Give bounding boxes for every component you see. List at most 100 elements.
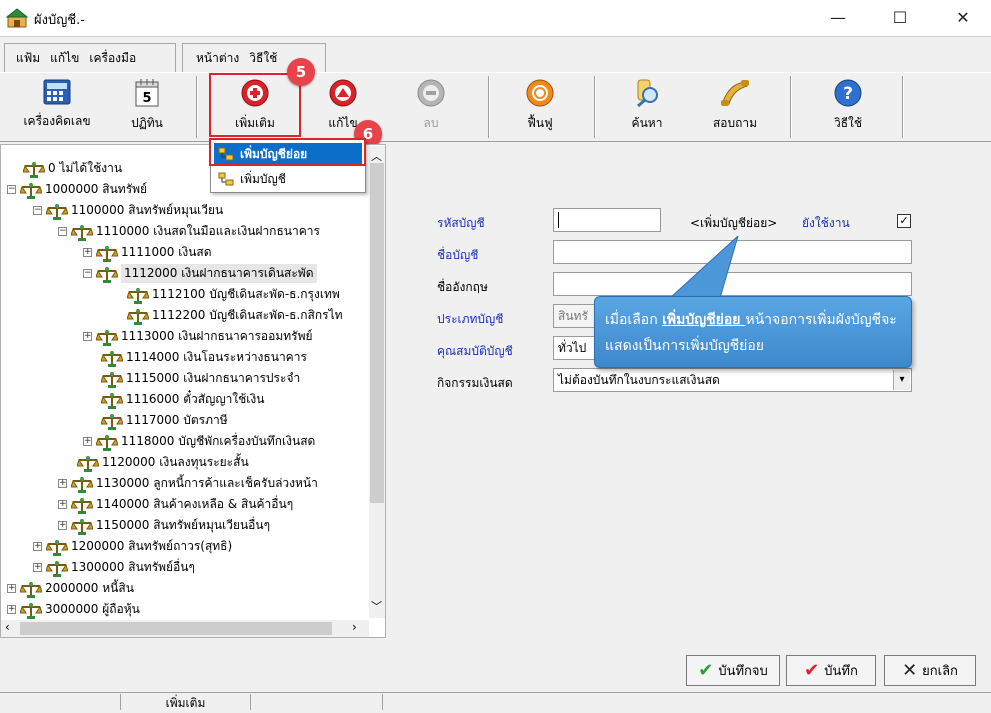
refresh-label: ฟื้นฟู <box>527 116 553 130</box>
save-button[interactable]: ✔ บันทึก <box>786 655 876 686</box>
scale-icon <box>20 182 42 199</box>
scale-icon <box>46 539 68 556</box>
tree-item[interactable]: − 1000000 สินทรัพย์ <box>7 179 147 200</box>
tree-item-label: 1130000 ลูกหนี้การค้าและเช็ครับล่วงหน้า <box>96 476 318 490</box>
minimize-button[interactable]: — <box>815 0 861 34</box>
menu-edit[interactable]: แก้ไข <box>45 49 84 68</box>
add-highlight-box <box>209 73 301 137</box>
checkmark-icon: ✔ <box>804 660 820 681</box>
scale-icon <box>127 308 149 325</box>
scale-icon <box>96 245 118 262</box>
account-tree[interactable]: 0 ไม่ได้ใช้งาน − 1000000 สินทรัพย์ − 1100000… <box>0 144 386 638</box>
tree-item[interactable]: 1116000 ตั๋วสัญญาใช้เงิน <box>101 389 264 410</box>
tree-item[interactable]: +2000000 หนี้สิน <box>7 578 134 599</box>
tree-item[interactable]: +1200000 สินทรัพย์ถาวร(สุทธิ) <box>33 536 232 557</box>
tree-item[interactable]: − 1112000 เงินฝากธนาคารเดินสะพัด <box>83 263 317 284</box>
account-code-input[interactable] <box>553 208 661 232</box>
scale-icon <box>101 392 123 409</box>
maximize-button[interactable]: ☐ <box>877 0 923 34</box>
calculator-button[interactable]: เครื่องคิดเลข <box>14 78 100 138</box>
scale-icon <box>20 602 42 619</box>
calendar-icon: 5 <box>135 79 159 107</box>
calendar-day: 5 <box>142 91 151 106</box>
cash-activity-select[interactable]: ไม่ต้องบันทึกในงบกระแสเงินสด <box>553 368 912 392</box>
tree-item[interactable]: 1114000 เงินโอนระหว่างธนาคาร <box>101 347 307 368</box>
account-name-label: ชื่อบัญชี <box>437 248 479 262</box>
menu-help[interactable]: วิธีใช้ <box>244 49 282 68</box>
scroll-down-icon[interactable]: ﹀ <box>371 598 382 614</box>
tree-vertical-scroll-thumb[interactable] <box>370 163 384 503</box>
scale-icon <box>23 161 45 178</box>
close-button[interactable]: ✕ <box>940 0 986 34</box>
search-button[interactable]: ค้นหา <box>614 78 680 138</box>
tree-item[interactable]: 1112100 บัญชีเดินสะพัด-ธ.กรุงเทพ <box>127 284 340 305</box>
menu-tools[interactable]: เครื่องมือ <box>84 49 141 68</box>
expand-icon[interactable]: + <box>7 584 16 593</box>
expand-icon[interactable]: + <box>83 437 92 446</box>
callout-highlight: เพิ่มบัญชีย่อย <box>662 312 746 328</box>
expand-icon[interactable]: + <box>58 500 67 509</box>
scroll-up-icon[interactable]: ︿ <box>371 148 382 164</box>
still-used-checkbox[interactable]: ✓ <box>897 214 911 228</box>
cancel-button[interactable]: ✕ ยกเลิก <box>884 655 976 686</box>
tree-item-label: 1140000 สินค้าคงเหลือ & สินค้าอื่นๆ <box>96 497 294 511</box>
expand-icon[interactable]: + <box>33 542 42 551</box>
delete-button[interactable]: ลบ <box>400 78 462 138</box>
menu-window[interactable]: หน้าต่าง <box>191 49 244 68</box>
tree-item[interactable]: 1115000 เงินฝากธนาคารประจำ <box>101 368 300 389</box>
tree-item[interactable]: 0 ไม่ได้ใช้งาน <box>23 158 122 179</box>
tree-item[interactable]: +1130000 ลูกหนี้การค้าและเช็ครับล่วงหน้า <box>58 473 318 494</box>
app-icon <box>6 8 28 28</box>
callout-prefix: เมื่อเลือก <box>605 312 663 328</box>
help-button[interactable]: ? วิธีใช้ <box>810 78 886 138</box>
menu-file[interactable]: แฟ้ม <box>11 49 45 68</box>
scroll-right-icon[interactable]: › <box>352 620 357 634</box>
scale-icon <box>96 329 118 346</box>
account-type-label: ประเภทบัญชี <box>437 312 504 326</box>
inquiry-button[interactable]: สอบถาม <box>700 78 770 138</box>
tree-item[interactable]: − 1100000 สินทรัพย์หมุนเวียน <box>33 200 223 221</box>
tree-item[interactable]: +1118000 บัญชีพักเครื่องบันทึกเงินสด <box>83 431 315 452</box>
calculator-label: เครื่องคิดเลข <box>23 114 91 128</box>
expand-icon[interactable]: + <box>83 332 92 341</box>
chevron-down-icon[interactable]: ▾ <box>893 370 910 390</box>
expand-icon[interactable]: + <box>58 479 67 488</box>
tree-horizontal-scroll-thumb[interactable] <box>20 622 332 635</box>
info-callout: เมื่อเลือก เพิ่มบัญชีย่อย หน้าจอการเพิ่ม… <box>594 296 912 368</box>
help-label: วิธีใช้ <box>833 116 863 130</box>
tree-item[interactable]: 1117000 บัตรภาษี <box>101 410 228 431</box>
calendar-button[interactable]: 5 ปฏิทิน <box>112 78 182 138</box>
tree-item[interactable]: +1300000 สินทรัพย์อื่นๆ <box>33 557 195 578</box>
toolbar-separator <box>790 76 792 138</box>
tree-item[interactable]: − 1110000 เงินสดในมือและเงินฝากธนาคาร <box>58 221 320 242</box>
collapse-icon[interactable]: − <box>83 269 92 278</box>
tree-item[interactable]: +1111000 เงินสด <box>83 242 212 263</box>
tree-item-label: 2000000 หนี้สิน <box>45 581 134 595</box>
refresh-button[interactable]: ฟื้นฟู <box>508 78 572 138</box>
tree-item[interactable]: 1120000 เงินลงทุนระยะสั้น <box>77 452 249 473</box>
save-close-label: บันทึกจบ <box>718 664 768 679</box>
collapse-icon[interactable]: − <box>58 227 67 236</box>
still-used-label: ยังใช้งาน <box>802 216 850 230</box>
scale-icon <box>71 518 93 535</box>
menu-item-add-account[interactable]: เพิ่มบัญชี <box>214 168 362 190</box>
save-close-button[interactable]: ✔ บันทึกจบ <box>686 655 780 686</box>
expand-icon[interactable]: + <box>33 563 42 572</box>
scale-icon <box>46 203 68 220</box>
tree-item-label: 1112200 บัญชีเดินสะพัด-ธ.กสิกรไท <box>152 308 343 322</box>
tree-item[interactable]: 1112200 บัญชีเดินสะพัด-ธ.กสิกรไท <box>127 305 343 326</box>
collapse-icon[interactable]: − <box>7 185 16 194</box>
expand-icon[interactable]: + <box>58 521 67 530</box>
scroll-left-icon[interactable]: ‹ <box>5 620 10 634</box>
collapse-icon[interactable]: − <box>33 206 42 215</box>
scale-icon <box>96 266 118 283</box>
tree-item[interactable]: +3000000 ผู้ถือหุ้น <box>7 599 140 620</box>
refresh-icon <box>526 79 554 107</box>
expand-icon[interactable]: + <box>7 605 16 614</box>
tree-item[interactable]: +1113000 เงินฝากธนาคารออมทรัพย์ <box>83 326 313 347</box>
inquiry-label: สอบถาม <box>712 116 758 130</box>
tree-item[interactable]: +1140000 สินค้าคงเหลือ & สินค้าอื่นๆ <box>58 494 293 515</box>
expand-icon[interactable]: + <box>83 248 92 257</box>
tree-item[interactable]: +1150000 สินทรัพย์หมุนเวียนอื่นๆ <box>58 515 270 536</box>
tree-item-label: 0 ไม่ได้ใช้งาน <box>48 161 123 175</box>
